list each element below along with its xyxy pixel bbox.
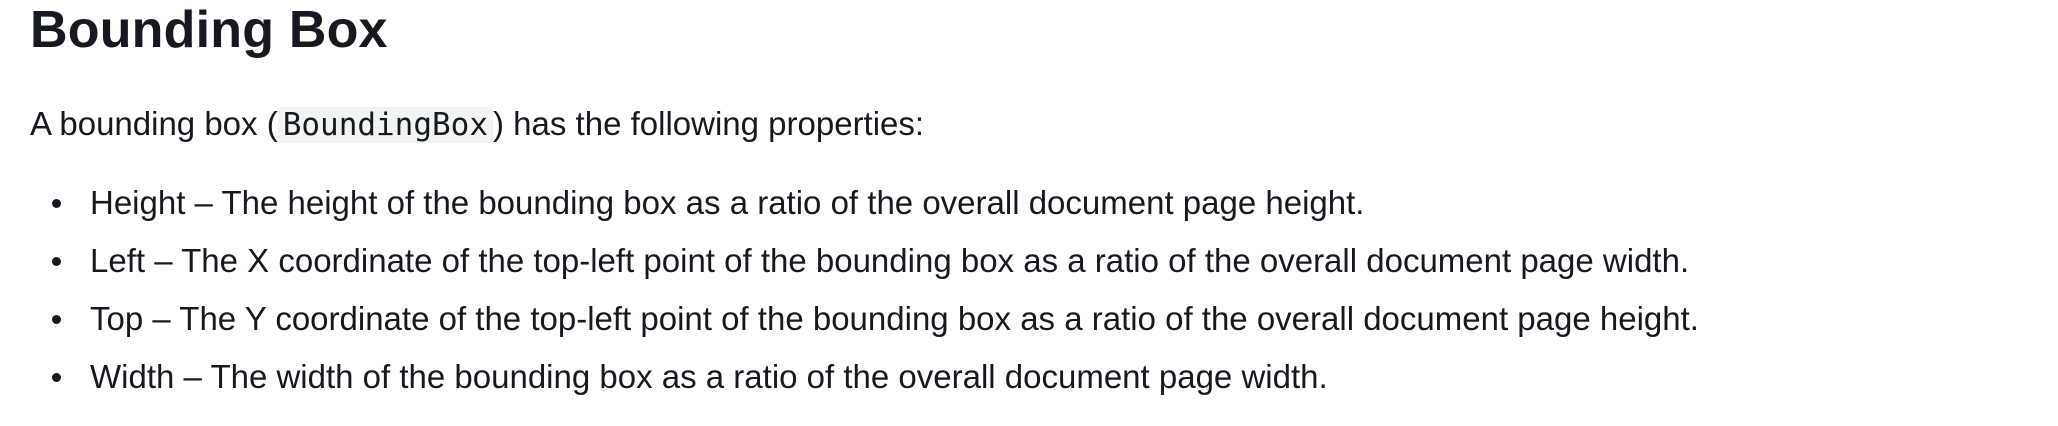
section-heading: Bounding Box [30, 1, 388, 59]
property-text: Top – The Y coordinate of the top-left p… [90, 300, 1699, 337]
property-text: Height – The height of the bounding box … [90, 184, 1365, 221]
property-item-width: Width – The width of the bounding box as… [30, 357, 2058, 397]
doc-content: Bounding Box A bounding box (BoundingBox… [0, 0, 2058, 426]
property-list: Height – The height of the bounding box … [30, 183, 2058, 397]
intro-text-before: A bounding box ( [30, 105, 278, 142]
intro-text-after: ) has the following properties: [493, 105, 925, 142]
property-text: Width – The width of the bounding box as… [90, 358, 1328, 395]
property-item-height: Height – The height of the bounding box … [30, 183, 2058, 223]
property-item-top: Top – The Y coordinate of the top-left p… [30, 299, 2058, 339]
inline-code-boundingbox: BoundingBox [277, 107, 494, 143]
bullet-icon [52, 199, 61, 208]
property-text: Left – The X coordinate of the top-left … [90, 242, 1690, 279]
bullet-icon [52, 373, 61, 382]
intro-paragraph: A bounding box (BoundingBox) has the fol… [30, 104, 2058, 145]
property-item-left: Left – The X coordinate of the top-left … [30, 241, 2058, 281]
bullet-icon [52, 257, 61, 266]
bullet-icon [52, 315, 61, 324]
